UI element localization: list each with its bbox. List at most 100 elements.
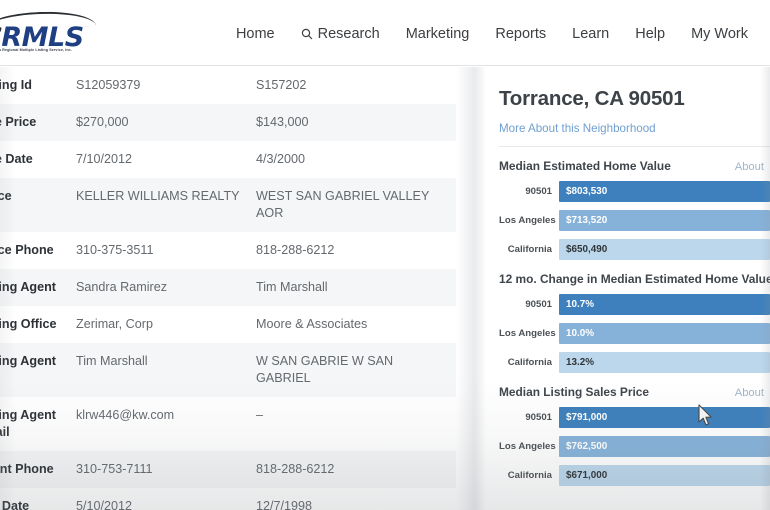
row-value-listing-a: klrw446@kw.com	[76, 408, 175, 422]
panel-divider	[456, 67, 486, 510]
app-screenshot: CRMLS California Regional Multiple Listi…	[0, 0, 770, 510]
row-value-listing-b: W SAN GABRIE W SAN GABRIEL	[256, 354, 394, 385]
search-icon	[301, 28, 313, 40]
table-row: Sale Price $270,000 $143,000	[0, 104, 456, 141]
stat-bar: $713,520	[559, 210, 770, 231]
table-row: Listing Id S12059379 S157202	[0, 67, 456, 104]
stat-bar: $671,000	[559, 465, 770, 486]
row-label: Selling Office	[0, 317, 57, 331]
bar-value-label: $671,000	[566, 470, 608, 481]
stat-bar-row: Los Angeles 10.0%	[499, 323, 770, 344]
table-row: Selling Agent Sandra Ramirez Tim Marshall	[0, 269, 456, 306]
table-row: List Date 5/10/2012 12/7/1998	[0, 488, 456, 510]
row-value-listing-b: Moore & Associates	[256, 317, 368, 331]
bar-category-label: Los Angeles	[499, 441, 556, 452]
row-label: Office Phone	[0, 243, 54, 257]
row-value-listing-a: 310-753-7111	[76, 462, 153, 476]
main-navigation: Home Research Marketing Reports Learn He…	[236, 26, 748, 42]
more-about-neighborhood-link[interactable]: More About this Neighborhood	[499, 122, 770, 135]
nav-item-my-work[interactable]: My Work	[691, 26, 748, 42]
nav-item-research[interactable]: Research	[301, 26, 380, 42]
row-value-listing-b: 818-288-6212	[256, 462, 335, 476]
row-value-listing-a: Zerimar, Corp	[76, 317, 153, 331]
title-divider	[499, 146, 770, 147]
nav-item-home[interactable]: Home	[236, 26, 275, 42]
row-value-listing-b: $143,000	[256, 115, 309, 129]
stat-bar: 10.0%	[559, 323, 770, 344]
row-label: Listing Agent	[0, 354, 56, 368]
row-value-listing-a: 310-375-3511	[76, 243, 154, 257]
row-label: Listing Id	[0, 78, 32, 92]
bar-value-label: $713,520	[566, 215, 608, 226]
stat-bar: 13.2%	[559, 352, 770, 373]
stat-bar-row: 90501 $803,530	[499, 181, 770, 202]
row-value-listing-b: 4/3/2000	[256, 152, 306, 166]
row-value-listing-a: Tim Marshall	[76, 354, 148, 368]
row-value-listing-b: WEST SAN GABRIEL VALLEY AOR	[256, 189, 430, 220]
bar-category-label: 90501	[525, 186, 552, 197]
stat-bar: 10.7%	[559, 294, 770, 315]
neighborhood-title: Torrance, CA 90501	[499, 87, 685, 110]
row-value-listing-a: Sandra Ramirez	[76, 280, 167, 294]
about-link[interactable]: About	[735, 161, 764, 173]
site-header: CRMLS California Regional Multiple Listi…	[0, 0, 770, 66]
table-row: Selling Office Zerimar, Corp Moore & Assoc…	[0, 306, 456, 343]
table-row: Office Phone 310-375-3511 818-288-6212	[0, 232, 456, 269]
bar-value-label: 10.0%	[566, 328, 595, 339]
about-link[interactable]: About	[735, 387, 764, 399]
row-value-listing-b: S157202	[256, 78, 307, 92]
row-label: Agent Phone	[0, 462, 54, 476]
listing-detail-table: Listing Id S12059379 S157202 Sale Price $270…	[0, 67, 456, 510]
nav-label-help: Help	[635, 26, 666, 42]
stat-bar: $803,530	[559, 181, 770, 202]
nav-item-reports[interactable]: Reports	[495, 26, 546, 42]
table-row: Listing Agent Email klrw446@kw.com –	[0, 397, 456, 451]
table-row: Listing Agent Tim Marshall W SAN GABRIE W …	[0, 343, 456, 397]
nav-label-learn: Learn	[572, 26, 610, 42]
nav-item-marketing[interactable]: Marketing	[406, 26, 470, 42]
stat-bar-row: California 13.2%	[499, 352, 770, 373]
stat-bar: $650,490	[559, 239, 770, 260]
bar-value-label: 10.7%	[566, 299, 595, 310]
stat-title: Median Listing Sales Price	[499, 385, 650, 399]
bar-value-label: $791,000	[566, 412, 608, 423]
nav-item-help[interactable]: Help	[635, 26, 665, 42]
crmls-logo[interactable]: CRMLS California Regional Multiple Listi…	[0, 10, 107, 58]
nav-label-reports: Reports	[495, 26, 547, 42]
stat-sections: Median Estimated Home Value About 90501 $80…	[499, 159, 770, 486]
bar-category-label: California	[507, 470, 552, 481]
bar-value-label: 13.2%	[566, 357, 595, 368]
bar-category-label: Los Angeles	[499, 328, 556, 339]
bar-category-label: California	[507, 244, 552, 255]
bar-category-label: Los Angeles	[499, 215, 556, 226]
stat-bar-row: California $650,490	[499, 239, 770, 260]
row-value-listing-a: 5/10/2012	[76, 499, 133, 510]
row-value-listing-b: Tim Marshall	[256, 280, 328, 294]
row-value-listing-a: 7/10/2012	[76, 152, 133, 166]
row-label: Listing Agent Email	[0, 408, 56, 439]
table-row: Office KELLER WILLIAMS REALTY WEST SAN GAB…	[0, 178, 456, 232]
row-value-listing-a: $270,000	[76, 115, 129, 129]
row-label: Office	[0, 189, 12, 203]
nav-label-my-work: My Work	[691, 26, 748, 42]
stat-bar-row: California $671,000	[499, 465, 770, 486]
bar-category-label: 90501	[525, 412, 552, 423]
table-row: Agent Phone 310-753-7111 818-288-6212	[0, 451, 456, 488]
nav-label-home: Home	[235, 26, 275, 42]
stat-bar: $762,500	[559, 436, 770, 457]
nav-item-learn[interactable]: Learn	[572, 26, 609, 42]
stat-header: 12 mo. Change in Median Estimated Home V…	[499, 272, 770, 286]
stat-section: Median Listing Sales Price About 90501 $791…	[499, 385, 770, 486]
stat-title: Median Estimated Home Value	[499, 159, 671, 173]
row-value-listing-b: –	[256, 408, 264, 422]
neighborhood-stats-panel: Torrance, CA 90501 More About this Neigh…	[486, 67, 770, 510]
stat-header: Median Estimated Home Value About	[499, 159, 770, 173]
logo-tagline: California Regional Multiple Listing Ser…	[0, 48, 72, 52]
stat-title: 12 mo. Change in Median Estimated Home V…	[499, 272, 770, 286]
stat-bar-row: Los Angeles $713,520	[499, 210, 770, 231]
nav-label-research: Research	[317, 26, 380, 42]
row-label: Sale Date	[0, 152, 33, 166]
bar-category-label: 90501	[525, 299, 552, 310]
stat-bar-row: 90501 10.7%	[499, 294, 770, 315]
stat-header: Median Listing Sales Price About	[499, 385, 770, 399]
